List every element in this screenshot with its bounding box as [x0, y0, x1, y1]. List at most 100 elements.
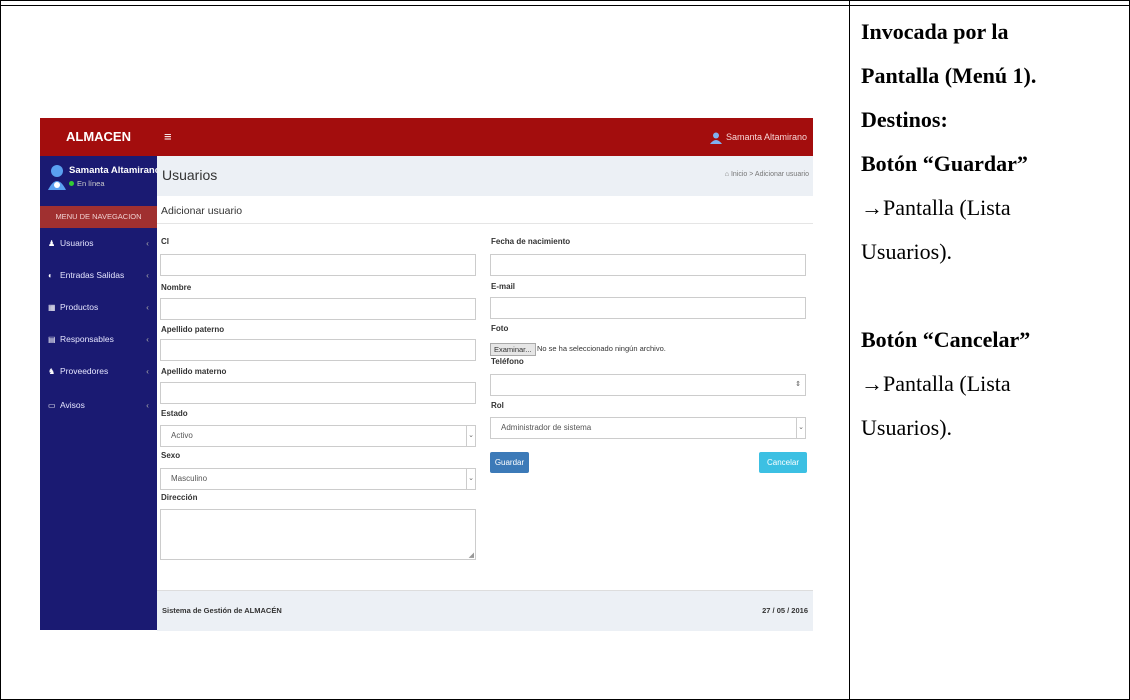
chevron-left-icon: ‹ [146, 238, 149, 248]
sidebar-item-avisos[interactable]: ▭ Avisos ‹ [40, 395, 157, 415]
ci-field[interactable] [160, 254, 476, 276]
guardar-heading: Botón “Guardar” [861, 151, 1028, 176]
no-file-text: No se ha seleccionado ningún archivo. [537, 344, 666, 353]
estado-value: Activo [171, 431, 193, 440]
guardar-destination-1: →Pantalla (Lista [861, 195, 1011, 220]
top-user-menu[interactable]: Samanta Altamirano [709, 118, 807, 156]
sidebar-item-label: Avisos [60, 400, 85, 410]
content-header: Usuarios ⌂ Inicio > Adicionar usuario [157, 156, 813, 196]
list-icon: ▤ [48, 335, 56, 344]
nombre-label: Nombre [161, 283, 192, 292]
notes-spacer [861, 274, 1126, 318]
footer-date: 27 / 05 / 2016 [762, 606, 808, 615]
top-user-name: Samanta Altamirano [725, 132, 807, 142]
sidebar-item-label: Usuarios [60, 238, 94, 248]
estado-label: Estado [161, 409, 188, 418]
destinos-heading: Destinos: [861, 107, 948, 132]
truck-icon: ♞ [48, 367, 56, 376]
user-panel: Samanta Altamirano En línea [40, 156, 161, 202]
sidebar: Samanta Altamirano En línea MENU DE NAVE… [40, 156, 161, 630]
sidebar-item-entradas-salidas[interactable]: ◐ Entradas Salidas ‹ [40, 265, 157, 285]
rol-label: Rol [491, 401, 504, 410]
foto-label: Foto [491, 324, 509, 333]
sexo-value: Masculino [171, 474, 208, 483]
sidebar-item-responsables[interactable]: ▤ Responsables ‹ [40, 329, 157, 349]
resize-handle-icon[interactable]: ◢ [469, 551, 474, 559]
user-icon: ♟ [48, 239, 56, 248]
exchange-icon: ◐ [48, 271, 53, 280]
apellido-materno-label: Apellido materno [161, 367, 227, 376]
notes-column: Invocada por la Pantalla (Menú 1). Desti… [861, 10, 1126, 450]
sexo-select[interactable]: Masculino ⌄ [160, 468, 476, 490]
fecha-nacimiento-label: Fecha de nacimiento [491, 237, 571, 246]
breadcrumb-separator: > [749, 171, 754, 178]
chevron-down-icon: ⌄ [466, 426, 475, 446]
fecha-nacimiento-field[interactable] [490, 254, 806, 276]
box-icon: ▦ [48, 303, 56, 312]
apellido-paterno-field[interactable] [160, 339, 476, 361]
chevron-left-icon: ‹ [146, 334, 149, 344]
chevron-left-icon: ‹ [146, 366, 149, 376]
app-screenshot: ALMACEN ≡ Samanta Altamirano Samanta Alt… [40, 116, 813, 631]
chevron-left-icon: ‹ [146, 302, 149, 312]
estado-select[interactable]: Activo ⌄ [160, 425, 476, 447]
cancelar-destination-2: Usuarios). [861, 415, 953, 440]
hamburger-icon[interactable]: ≡ [164, 118, 172, 156]
breadcrumb: ⌂ Inicio > Adicionar usuario [725, 171, 809, 178]
invoked-line-2: Pantalla (Menú 1). [861, 63, 1037, 88]
email-label: E-mail [491, 282, 516, 291]
telefono-field[interactable]: ⇕ [490, 374, 806, 396]
breadcrumb-home[interactable]: Inicio [731, 171, 747, 178]
apellido-materno-field[interactable] [160, 382, 476, 404]
column-divider [849, 0, 850, 700]
sexo-label: Sexo [161, 451, 181, 460]
examinar-button[interactable]: Examinar... [490, 343, 536, 356]
chevron-left-icon: ‹ [146, 270, 149, 280]
divider [157, 223, 813, 224]
chevron-down-icon: ⌄ [466, 469, 475, 489]
rol-value: Administrador de sistema [501, 423, 592, 432]
sidebar-item-label: Entradas Salidas [60, 270, 125, 280]
invoked-line-1: Invocada por la [861, 19, 1009, 44]
brand-logo[interactable]: ALMACEN [40, 118, 157, 156]
breadcrumb-current: Adicionar usuario [754, 171, 809, 178]
avatar [48, 165, 66, 190]
apellido-paterno-label: Apellido paterno [161, 325, 225, 334]
sidebar-item-label: Responsables [60, 334, 114, 344]
guardar-destination-2: Usuarios). [861, 239, 953, 264]
cancelar-destination-1: →Pantalla (Lista [861, 371, 1011, 396]
sidebar-item-proveedores[interactable]: ♞ Proveedores ‹ [40, 361, 157, 381]
page-title: Usuarios [162, 167, 218, 183]
bell-icon: ▭ [48, 401, 56, 410]
nombre-field[interactable] [160, 298, 476, 320]
email-field[interactable] [490, 297, 806, 319]
ci-label: CI [161, 237, 169, 246]
sidebar-item-usuarios[interactable]: ♟ Usuarios ‹ [40, 233, 157, 253]
guardar-button[interactable]: Guardar [490, 452, 529, 473]
footer: Sistema de Gestión de ALMACÉN 27 / 05 / … [157, 590, 813, 631]
sidebar-user-name: Samanta Altamirano [69, 165, 161, 176]
sidebar-item-label: Productos [60, 302, 99, 312]
form-title: Adicionar usuario [161, 205, 243, 217]
main-content: Usuarios ⌂ Inicio > Adicionar usuario Ad… [157, 156, 813, 631]
sidebar-item-productos[interactable]: ▦ Productos ‹ [40, 297, 157, 317]
chevron-down-icon: ⌄ [796, 418, 805, 438]
footer-system-name: Sistema de Gestión de ALMACÉN [162, 606, 282, 615]
top-navbar: ALMACEN ≡ Samanta Altamirano [40, 118, 813, 156]
spinner-icon[interactable]: ⇕ [795, 380, 801, 388]
cancelar-heading: Botón “Cancelar” [861, 327, 1031, 352]
home-icon: ⌂ [724, 171, 729, 178]
sidebar-item-label: Proveedores [60, 366, 109, 376]
telefono-label: Teléfono [491, 357, 524, 366]
chevron-left-icon: ‹ [146, 400, 149, 410]
direccion-textarea[interactable]: ◢ [160, 509, 476, 560]
online-dot-icon [69, 181, 74, 186]
row-divider [0, 5, 1130, 6]
status-badge: En línea [69, 179, 105, 188]
status-label: En línea [77, 179, 105, 188]
direccion-label: Dirección [161, 493, 198, 502]
rol-select[interactable]: Administrador de sistema ⌄ [490, 417, 806, 439]
nav-header: MENU DE NAVEGACION [40, 206, 157, 228]
cancelar-button[interactable]: Cancelar [759, 452, 807, 473]
user-avatar-icon [709, 132, 722, 144]
